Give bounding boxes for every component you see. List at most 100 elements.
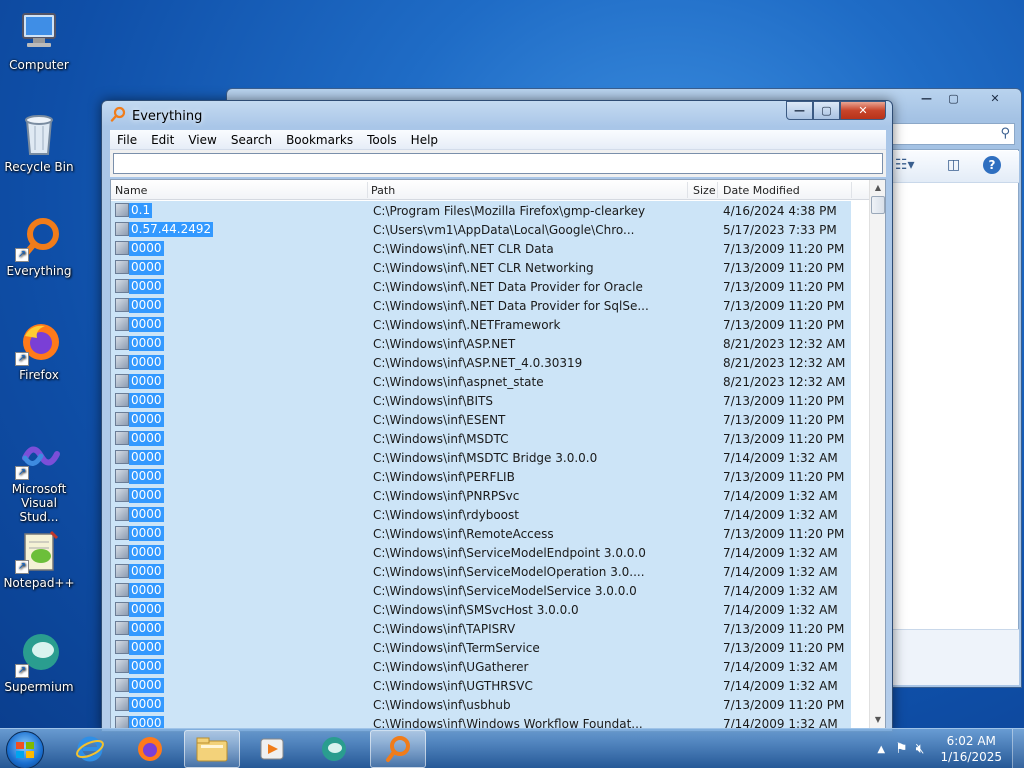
close-button[interactable]: ✕: [840, 101, 886, 120]
visual-studio-icon: ↗: [15, 432, 63, 480]
result-name: 0000: [129, 602, 164, 617]
clock[interactable]: 6:02 AM 1/16/2025: [940, 733, 1002, 765]
result-date-modified: 7/14/2009 1:32 AM: [723, 679, 838, 693]
taskbar-windows-explorer[interactable]: [184, 730, 240, 768]
computer-icon: [15, 8, 63, 56]
speaker-muted-icon[interactable]: 🔇︎: [916, 741, 925, 757]
result-row[interactable]: 0000 C:\Windows\inf\ServiceModelService 3…: [111, 581, 871, 600]
result-row[interactable]: 0000 C:\Windows\inf\.NET Data Provider fo…: [111, 296, 871, 315]
show-hidden-icons-icon[interactable]: ▲: [877, 744, 885, 755]
result-name: 0000: [129, 507, 164, 522]
help-icon[interactable]: ?: [983, 156, 1001, 174]
result-date-modified: 7/13/2009 11:20 PM: [723, 318, 845, 332]
scroll-thumb[interactable]: [871, 196, 885, 214]
search-input[interactable]: [113, 153, 883, 174]
result-name: 0000: [129, 564, 164, 579]
vertical-scrollbar[interactable]: ▲ ▼: [869, 180, 885, 728]
result-row[interactable]: 0000 C:\Windows\inf\.NET CLR Networking 7/…: [111, 258, 871, 277]
taskbar-supermium[interactable]: [306, 730, 362, 768]
result-row[interactable]: 0000 C:\Windows\inf\PNRPSvc 7/14/2009 1:32…: [111, 486, 871, 505]
result-name: 0000: [129, 678, 164, 693]
desktop-icon-firefox[interactable]: ↗ Firefox: [2, 318, 76, 382]
result-row[interactable]: 0000 C:\Windows\inf\Windows Workflow Foun…: [111, 714, 871, 728]
column-date-modified[interactable]: Date Modified: [723, 184, 800, 197]
supermium-icon: ↗: [15, 630, 63, 678]
clock-time: 6:02 AM: [946, 734, 996, 748]
desktop-icon-notepadpp[interactable]: ↗ Notepad++: [2, 526, 76, 590]
firefox-icon: [138, 737, 162, 761]
everything-icon: ↗: [15, 214, 63, 262]
menu-view[interactable]: View: [181, 133, 223, 147]
result-row[interactable]: 0000 C:\Windows\inf\ServiceModelEndpoint …: [111, 543, 871, 562]
explorer-search-input[interactable]: ⚲: [891, 123, 1015, 145]
result-row[interactable]: 0.1 C:\Program Files\Mozilla Firefox\gmp-…: [111, 201, 871, 220]
result-date-modified: 7/13/2009 11:20 PM: [723, 622, 845, 636]
result-row[interactable]: 0000 C:\Windows\inf\ASP.NET 8/21/2023 12:3…: [111, 334, 871, 353]
result-date-modified: 7/14/2009 1:32 AM: [723, 565, 838, 579]
result-row[interactable]: 0000 C:\Windows\inf\UGatherer 7/14/2009 1:…: [111, 657, 871, 676]
show-desktop-button[interactable]: [1012, 729, 1024, 768]
preview-pane-icon[interactable]: ◫: [947, 157, 960, 173]
folder-icon: [115, 697, 129, 711]
menu-bookmarks[interactable]: Bookmarks: [279, 133, 360, 147]
minimize-button[interactable]: —: [786, 101, 813, 120]
desktop-icon-visual-studio[interactable]: ↗ Microsoft Visual Stud...: [2, 432, 76, 524]
taskbar-everything[interactable]: [370, 730, 426, 768]
column-size[interactable]: Size: [693, 184, 716, 197]
taskbar-internet-explorer[interactable]: [62, 730, 118, 768]
view-options-icon[interactable]: ☷▾: [895, 157, 915, 173]
result-row[interactable]: 0000 C:\Windows\inf\RemoteAccess 7/13/2009…: [111, 524, 871, 543]
result-row[interactable]: 0000 C:\Windows\inf\TermService 7/13/2009 …: [111, 638, 871, 657]
result-row[interactable]: 0000 C:\Windows\inf\MSDTC Bridge 3.0.0.0 7…: [111, 448, 871, 467]
result-path: C:\Windows\inf\PERFLIB: [373, 470, 515, 484]
result-row[interactable]: 0000 C:\Windows\inf\usbhub 7/13/2009 11:20…: [111, 695, 871, 714]
result-name: 0.57.44.2492: [129, 222, 214, 237]
result-name: 0000: [129, 545, 164, 560]
result-row[interactable]: 0000 C:\Windows\inf\.NET CLR Data 7/13/200…: [111, 239, 871, 258]
menu-edit[interactable]: Edit: [144, 133, 181, 147]
scroll-up-arrow-icon[interactable]: ▲: [870, 180, 885, 196]
result-row[interactable]: 0000 C:\Windows\inf\UGTHRSVC 7/14/2009 1:3…: [111, 676, 871, 695]
taskbar-firefox[interactable]: [122, 730, 178, 768]
desktop-icon-computer[interactable]: Computer: [2, 8, 76, 72]
minimize-button[interactable]: —: [913, 89, 940, 108]
taskbar-media-player[interactable]: [244, 730, 300, 768]
menu-tools[interactable]: Tools: [360, 133, 404, 147]
result-row[interactable]: 0000 C:\Windows\inf\SMSvcHost 3.0.0.0 7/14…: [111, 600, 871, 619]
action-center-flag-icon[interactable]: ⚑: [895, 741, 908, 757]
explorer-content-pane[interactable]: [891, 149, 1019, 683]
results-list[interactable]: Name Path Size Date Modified 0.1 C:\Progr…: [110, 179, 886, 729]
folder-icon: [115, 564, 129, 578]
desktop-icon-everything[interactable]: ↗ Everything: [2, 214, 76, 278]
result-row[interactable]: 0000 C:\Windows\inf\ASP.NET_4.0.30319 8/21…: [111, 353, 871, 372]
column-name[interactable]: Name: [115, 184, 147, 197]
menu-help[interactable]: Help: [404, 133, 445, 147]
everything-window[interactable]: Everything — ▢ ✕ File Edit View Search B…: [101, 100, 893, 732]
close-button[interactable]: ✕: [967, 89, 1023, 108]
result-row[interactable]: 0.57.44.2492 C:\Users\vm1\AppData\Local\G…: [111, 220, 871, 239]
result-row[interactable]: 0000 C:\Windows\inf\BITS 7/13/2009 11:20 P…: [111, 391, 871, 410]
firefox-icon: ↗: [15, 318, 63, 366]
desktop-icon-recycle-bin[interactable]: Recycle Bin: [2, 110, 76, 174]
menu-file[interactable]: File: [110, 133, 144, 147]
result-row[interactable]: 0000 C:\Windows\inf\aspnet_state 8/21/2023…: [111, 372, 871, 391]
result-row[interactable]: 0000 C:\Windows\inf\MSDTC 7/13/2009 11:20 …: [111, 429, 871, 448]
result-date-modified: 7/14/2009 1:32 AM: [723, 660, 838, 674]
maximize-button[interactable]: ▢: [940, 89, 967, 108]
result-row[interactable]: 0000 C:\Windows\inf\ESENT 7/13/2009 11:20 …: [111, 410, 871, 429]
result-row[interactable]: 0000 C:\Windows\inf\.NET Data Provider fo…: [111, 277, 871, 296]
column-path[interactable]: Path: [371, 184, 395, 197]
result-row[interactable]: 0000 C:\Windows\inf\TAPISRV 7/13/2009 11:2…: [111, 619, 871, 638]
desktop-icon-supermium[interactable]: ↗ Supermium: [2, 630, 76, 694]
result-row[interactable]: 0000 C:\Windows\inf\.NETFramework 7/13/200…: [111, 315, 871, 334]
folder-icon: [115, 469, 129, 483]
menu-bar: File Edit View Search Bookmarks Tools He…: [110, 130, 886, 150]
result-row[interactable]: 0000 C:\Windows\inf\ServiceModelOperation…: [111, 562, 871, 581]
result-row[interactable]: 0000 C:\Windows\inf\PERFLIB 7/13/2009 11:2…: [111, 467, 871, 486]
result-path: C:\Windows\inf\aspnet_state: [373, 375, 544, 389]
scroll-down-arrow-icon[interactable]: ▼: [870, 712, 885, 728]
menu-search[interactable]: Search: [224, 133, 279, 147]
result-row[interactable]: 0000 C:\Windows\inf\rdyboost 7/14/2009 1:3…: [111, 505, 871, 524]
start-button[interactable]: [6, 731, 44, 768]
maximize-button[interactable]: ▢: [813, 101, 840, 120]
